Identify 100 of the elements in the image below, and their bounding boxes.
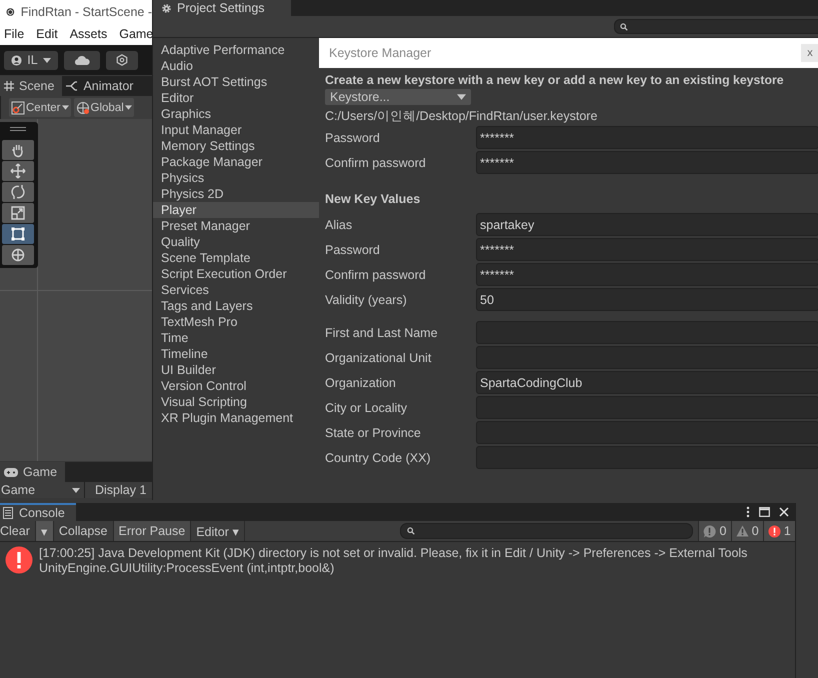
log-message[interactable]: [17:00:25] Java Development Kit (JDK) directory is not set or invalid. Please, fix it in Edit / Unity -> Preferences -> External Tools <box>39 546 748 561</box>
tool-button[interactable] <box>2 182 34 202</box>
console-button[interactable]: Error Pause <box>114 521 192 541</box>
field-label: Organization <box>325 376 397 390</box>
settings-category[interactable]: Tags and Layers <box>153 298 319 314</box>
document-icon <box>3 507 13 519</box>
field-label: Confirm password <box>325 156 427 170</box>
console-button[interactable]: ▾ <box>36 521 54 541</box>
editor-tab[interactable]: Game <box>0 462 66 482</box>
transform-tool-icon <box>10 247 26 263</box>
scene-dropdown[interactable]: Global <box>74 98 134 117</box>
field-label: City or Locality <box>325 400 408 414</box>
tool-button[interactable] <box>2 245 34 265</box>
settings-category[interactable]: UI Builder <box>153 362 319 378</box>
input-field[interactable]: ******* <box>476 126 818 149</box>
person-icon <box>11 54 22 66</box>
info-bubble-icon <box>703 524 716 538</box>
editor-tab[interactable]: Animator <box>62 76 142 96</box>
error-icon <box>5 546 33 574</box>
caret-icon <box>72 488 80 492</box>
cloud-button[interactable] <box>64 50 100 70</box>
field-label: First and Last Name <box>325 326 439 340</box>
caret-icon <box>62 105 69 110</box>
dialog-title: Keystore Manager <box>329 46 432 60</box>
keystore-dropdown[interactable]: Keystore... <box>325 89 471 105</box>
settings-category[interactable]: Burst AOT Settings <box>153 74 319 90</box>
settings-category[interactable]: TextMesh Pro <box>153 314 319 330</box>
error-icon <box>768 524 781 538</box>
settings-icon <box>161 2 172 14</box>
gamepad-icon <box>4 468 18 476</box>
menu-item[interactable]: File <box>4 27 24 41</box>
globe-icon <box>76 100 90 114</box>
settings-category[interactable]: Memory Settings <box>153 138 319 154</box>
settings-category[interactable]: Quality <box>153 234 319 250</box>
menu-item[interactable]: Assets <box>70 27 108 41</box>
field-label: Password <box>325 130 381 144</box>
menu-item[interactable]: Game <box>119 27 154 41</box>
settings-category[interactable]: Script Execution Order <box>153 266 319 282</box>
pivot-icon <box>11 100 25 114</box>
settings-category[interactable]: XR Plugin Management <box>153 410 319 426</box>
settings-category[interactable]: Package Manager <box>153 154 319 170</box>
settings-category[interactable]: Adaptive Performance <box>153 42 319 58</box>
input-field[interactable]: 50 <box>476 288 818 311</box>
section-heading: New Key Values <box>325 191 422 208</box>
input-field[interactable]: ******* <box>476 151 818 174</box>
settings-category[interactable]: Time <box>153 330 319 346</box>
game-view-dropdown[interactable]: Game <box>0 482 85 498</box>
hexagon-button[interactable] <box>106 50 138 70</box>
settings-category[interactable]: Preset Manager <box>153 218 319 234</box>
settings-category[interactable]: Version Control <box>153 378 319 394</box>
console-button[interactable]: Editor ▾ <box>191 521 246 541</box>
close-icon[interactable] <box>779 507 789 517</box>
field-label: Country Code (XX) <box>325 450 432 464</box>
more-options-icon[interactable] <box>746 506 750 518</box>
input-field[interactable]: ******* <box>476 238 818 261</box>
settings-category[interactable]: Audio <box>153 58 319 74</box>
window-tab[interactable]: Project Settings <box>153 0 291 16</box>
close-button[interactable]: x <box>801 44 818 62</box>
tool-button[interactable] <box>2 161 34 181</box>
log-counter[interactable]: 0 <box>698 521 731 541</box>
settings-category[interactable]: Editor <box>153 90 319 106</box>
tool-button[interactable] <box>2 203 34 223</box>
cloud-icon <box>74 55 90 65</box>
editor-tab[interactable]: Scene <box>0 76 62 96</box>
input-field[interactable]: ******* <box>476 263 818 286</box>
search-icon <box>407 527 416 535</box>
settings-category[interactable]: Timeline <box>153 346 319 362</box>
field-label: Password <box>325 242 381 256</box>
settings-category[interactable]: Player <box>153 202 319 218</box>
field-label: State or Province <box>325 426 422 440</box>
field-label: Confirm password <box>325 268 427 282</box>
maximize-icon[interactable] <box>759 507 770 517</box>
log-counter[interactable]: 1 <box>762 521 796 541</box>
log-message[interactable]: UnityEngine.GUIUtility:ProcessEvent (int,intptr,bool&) <box>39 561 748 576</box>
move-tool-icon <box>10 163 26 179</box>
rotate-tool-icon <box>10 184 26 200</box>
menu-item[interactable]: Edit <box>36 27 58 41</box>
display-dropdown[interactable]: Display 1 <box>85 483 146 497</box>
settings-category[interactable]: Graphics <box>153 106 319 122</box>
settings-category[interactable]: Scene Template <box>153 250 319 266</box>
grid-icon <box>4 81 14 91</box>
log-counter[interactable]: 0 <box>730 521 763 541</box>
settings-category[interactable]: Physics <box>153 170 319 186</box>
settings-category[interactable]: Physics 2D <box>153 186 319 202</box>
tool-button[interactable] <box>2 224 34 244</box>
branch-icon <box>66 81 78 91</box>
settings-category[interactable]: Visual Scripting <box>153 394 319 410</box>
caret-icon <box>124 105 132 110</box>
tool-button[interactable] <box>2 140 34 160</box>
window-title: FindRtan - StartScene - <box>20 4 152 18</box>
account-button[interactable]: IL <box>4 50 58 70</box>
settings-category[interactable]: Input Manager <box>153 122 319 138</box>
field-label: Validity (years) <box>325 292 408 306</box>
scene-dropdown[interactable]: Center <box>9 98 71 117</box>
scale-tool-icon <box>10 205 26 221</box>
caret-icon <box>42 58 51 62</box>
settings-category[interactable]: Services <box>153 282 319 298</box>
input-field[interactable]: spartakey <box>476 213 818 236</box>
input-field[interactable]: SpartaCodingClub <box>476 371 818 394</box>
window-tab[interactable]: Console <box>0 503 76 521</box>
